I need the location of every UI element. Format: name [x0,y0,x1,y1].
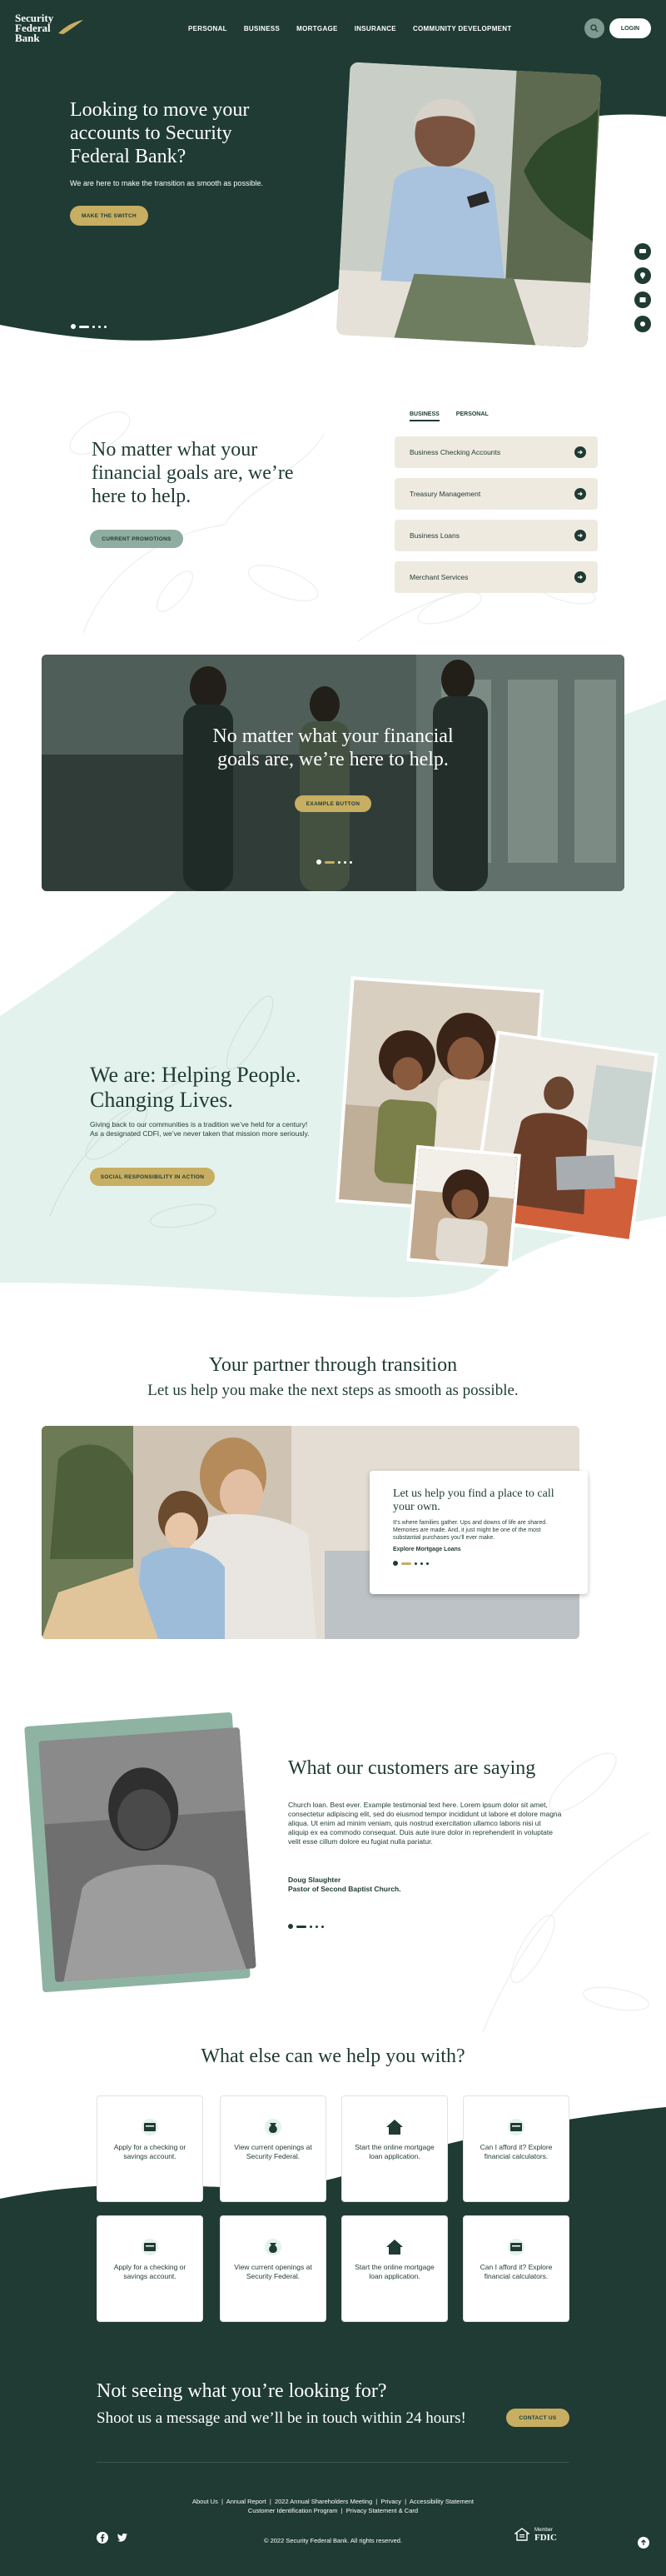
footer-divider [97,2462,569,2463]
service-item-business-checking[interactable]: Business Checking Accounts [395,436,598,468]
hero-carousel-dots[interactable] [71,324,107,329]
hero-subtitle: We are here to make the transition as sm… [70,179,263,187]
chat-icon[interactable] [634,243,651,260]
equal-housing-icon [514,2528,529,2541]
logo-swoosh-icon [58,20,83,34]
explore-mortgage-loans-link[interactable]: Explore Mortgage Loans [393,1547,564,1552]
decorative-leaf-pattern [69,411,326,634]
help-card-view-openings-2[interactable]: View current openings at Security Federa… [220,2215,326,2322]
money-bag-icon [262,2238,284,2256]
collage-photo-child [406,1144,521,1271]
wallet-icon [139,2118,161,2136]
footer-link-customer-identification[interactable]: Customer Identification Program [248,2507,338,2514]
main-nav: PERSONAL BUSINESS MORTGAGE INSURANCE COM… [188,25,512,32]
service-item-merchant-services[interactable]: Merchant Services [395,561,598,593]
phone-icon[interactable] [634,316,651,332]
location-icon[interactable] [634,267,651,284]
footer-title: Not seeing what you’re looking for? [97,2380,387,2402]
house-icon [384,2238,405,2256]
service-item-label: Merchant Services [410,573,469,581]
mortgage-carousel-dots[interactable] [393,1561,564,1566]
goals-tabs: BUSINESS PERSONAL [410,411,489,421]
footer-link-shareholders-meeting[interactable]: 2022 Annual Shareholders Meeting [275,2498,372,2505]
arrow-right-icon [574,530,586,541]
about-body: Giving back to our communities is a trad… [90,1120,310,1138]
arrow-up-icon [641,2539,646,2545]
help-card-financial-calculators[interactable]: Can I afford it? Explore financial calcu… [463,2095,569,2202]
nav-item-insurance[interactable]: INSURANCE [355,25,396,32]
help-card-mortgage-application-2[interactable]: Start the online mortgage loan applicati… [341,2215,448,2322]
testimonial-author-name: Doug Slaughter [288,1876,341,1884]
wallet-icon [139,2238,161,2256]
nav-item-community-development[interactable]: COMMUNITY DEVELOPMENT [413,25,512,32]
service-item-label: Treasury Management [410,490,481,498]
about-title: We are: Helping People. Changing Lives. [90,1063,301,1112]
help-title: What else can we help you with? [201,2045,465,2067]
current-promotions-button[interactable]: CURRENT PROMOTIONS [90,530,183,548]
testimonial-title: What our customers are saying [288,1757,536,1779]
social-responsibility-button[interactable]: SOCIAL RESPONSIBILITY IN ACTION [90,1168,215,1186]
decorative-leaf-pattern-3 [482,1752,650,2033]
banner-carousel-dots[interactable] [316,859,352,864]
testimonial-author-role: Pastor of Second Baptist Church. [288,1885,401,1893]
hero-photo [335,62,602,348]
wallet-icon [505,2118,527,2136]
search-button[interactable] [584,18,604,38]
mortgage-card-title: Let us help you find a place to call you… [393,1487,554,1513]
testimonial-photo [38,1726,256,1983]
arrow-right-icon [574,446,586,458]
help-card-mortgage-application[interactable]: Start the online mortgage loan applicati… [341,2095,448,2202]
contact-us-button[interactable]: CONTACT US [506,2409,569,2427]
quick-action-icons [634,243,651,332]
tab-business[interactable]: BUSINESS [410,411,440,421]
nav-item-personal[interactable]: PERSONAL [188,25,227,32]
footer-link-about-us[interactable]: About Us [192,2498,218,2505]
mortgage-card: Let us help you find a place to call you… [370,1471,588,1594]
help-card-apply-account-2[interactable]: Apply for a checking or savings account. [97,2215,203,2322]
service-item-label: Business Loans [410,531,460,540]
goals-title: No matter what your financial goals are,… [92,439,294,507]
testimonial-body: Church loan. Best ever. Example testimon… [288,1801,562,1846]
help-card-view-openings[interactable]: View current openings at Security Federa… [220,2095,326,2202]
footer-link-privacy[interactable]: Privacy [380,2498,401,2505]
service-item-label: Business Checking Accounts [410,448,501,456]
footer-links: About Us | Annual Report | 2022 Annual S… [191,2498,475,2514]
example-button[interactable]: EXAMPLE BUTTON [295,795,371,812]
house-icon [384,2118,405,2136]
help-card-apply-account[interactable]: Apply for a checking or savings account. [97,2095,203,2202]
testimonial-author: Doug Slaughter Pastor of Second Baptist … [288,1876,401,1894]
brand-logo[interactable]: Security Federal Bank [15,12,83,43]
help-card-financial-calculators-2[interactable]: Can I afford it? Explore financial calcu… [463,2215,569,2322]
transition-title: Your partner through transition [208,1354,458,1376]
login-button[interactable]: LOGIN [609,18,651,38]
fdic-badge: Member FDIC [514,2527,557,2543]
service-item-treasury-management[interactable]: Treasury Management [395,478,598,510]
wallet-icon [505,2238,527,2256]
arrow-right-icon [574,488,586,500]
fdic-label: FDIC [534,2533,557,2543]
transition-subtitle: Let us help you make the next steps as s… [147,1382,519,1399]
make-the-switch-button[interactable]: MAKE THE SWITCH [70,206,148,226]
search-icon [590,24,599,32]
arrow-right-icon [574,571,586,583]
copyright-text: © 2022 Security Federal Bank. All rights… [263,2537,403,2544]
testimonial-carousel-dots[interactable] [288,1924,324,1929]
hero-title: Looking to move your accounts to Securit… [70,99,250,167]
footer-link-privacy-statement[interactable]: Privacy Statement & Card [346,2507,418,2514]
banner-title: No matter what your financial goals are,… [212,725,454,770]
nav-item-business[interactable]: BUSINESS [244,25,280,32]
back-to-top-button[interactable] [638,2537,649,2549]
footer-subtitle: Shoot us a message and we’ll be in touch… [97,2409,466,2427]
mortgage-card-body: It’s where families gather. Ups and down… [393,1520,548,1541]
service-item-business-loans[interactable]: Business Loans [395,520,598,551]
footer-link-accessibility[interactable]: Accessibility Statement [410,2498,474,2505]
feature-banner [42,655,624,891]
money-bag-icon [262,2118,284,2136]
tab-personal[interactable]: PERSONAL [456,411,489,421]
nav-item-mortgage[interactable]: MORTGAGE [296,25,338,32]
footer-link-annual-report[interactable]: Annual Report [226,2498,266,2505]
calendar-icon[interactable] [634,291,651,308]
